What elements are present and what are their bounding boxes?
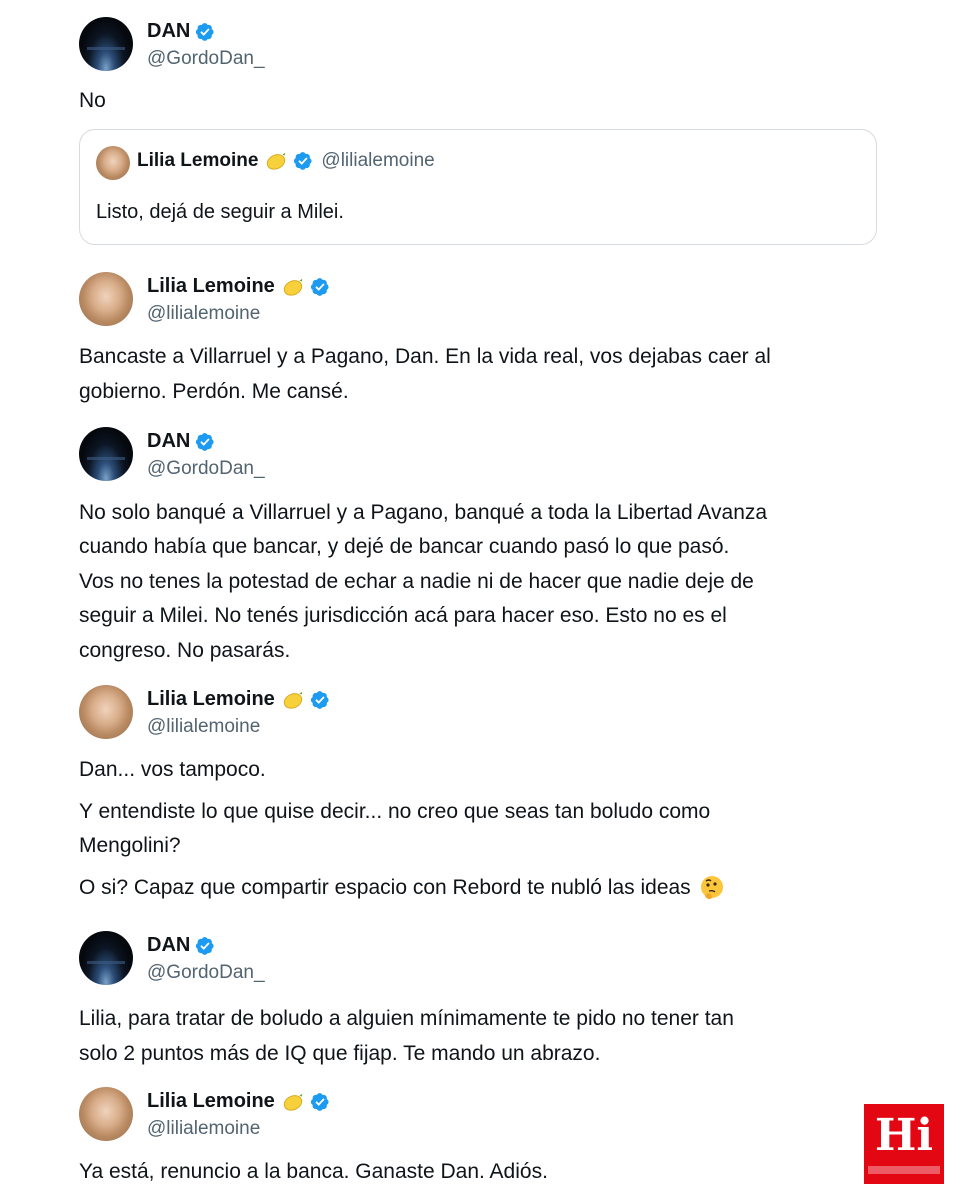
tweet-text-line: Y entendiste lo que quise decir... no cr…	[79, 800, 711, 823]
watermark-logo: Hi	[864, 1104, 944, 1184]
lemon-emoji-icon	[264, 151, 288, 171]
author-name-text[interactable]: Lilia Lemoine	[147, 275, 275, 298]
tweet-text-line: cuando había que bancar, y dejé de banca…	[79, 535, 730, 558]
tweet-text-line: No solo banqué a Villarruel y a Pagano, …	[79, 501, 768, 524]
dan-avatar[interactable]	[79, 427, 133, 481]
tweet-text-line: Lilia, para tratar de boludo a alguien m…	[79, 1007, 734, 1030]
verified-badge-icon	[195, 936, 215, 956]
watermark-logo-text: Hi	[874, 1110, 934, 1161]
author-name[interactable]: Lilia Lemoine	[147, 1090, 330, 1113]
verified-badge-icon	[293, 151, 313, 171]
author-name[interactable]: Lilia Lemoine	[147, 275, 330, 298]
lilia-avatar[interactable]	[79, 685, 133, 739]
author-handle[interactable]: @GordoDan_	[147, 48, 265, 70]
tweet-text-line-with-emoji: O si? Capaz que compartir espacio con Re…	[79, 871, 725, 906]
quoted-tweet-text: Listo, dejá de seguir a Milei.	[96, 201, 344, 223]
thinking-face-emoji-icon	[699, 875, 725, 901]
author-handle[interactable]: @lilialemoine	[147, 1118, 260, 1140]
author-name-text[interactable]: Lilia Lemoine	[147, 1090, 275, 1113]
lemon-emoji-icon	[281, 1092, 305, 1112]
dan-avatar[interactable]	[79, 17, 133, 71]
verified-badge-icon	[195, 22, 215, 42]
verified-badge-icon	[310, 690, 330, 710]
author-name-text[interactable]: DAN	[147, 934, 190, 957]
verified-badge-icon	[195, 432, 215, 452]
quoted-tweet-card[interactable]	[79, 129, 877, 245]
verified-badge-icon	[310, 277, 330, 297]
author-name[interactable]: Lilia Lemoine	[147, 688, 330, 711]
verified-badge-icon	[310, 1092, 330, 1112]
lemon-emoji-icon	[281, 690, 305, 710]
tweet-text-line: Mengolini?	[79, 834, 181, 857]
lilia-avatar-small	[96, 146, 130, 180]
tweet-text-line: gobierno. Perdón. Me cansé.	[79, 380, 349, 403]
lemon-emoji-icon	[281, 277, 305, 297]
tweet-text-line: solo 2 puntos más de IQ que fijap. Te ma…	[79, 1042, 601, 1065]
lilia-avatar[interactable]	[79, 1087, 133, 1141]
quoted-author-name: Lilia Lemoine @lilialemoine	[137, 150, 435, 172]
lilia-avatar[interactable]	[79, 272, 133, 326]
tweet-text-line: Bancaste a Villarruel y a Pagano, Dan. E…	[79, 345, 771, 368]
tweet-text-line: Ya está, renuncio a la banca. Ganaste Da…	[79, 1160, 548, 1183]
author-handle[interactable]: @GordoDan_	[147, 962, 265, 984]
tweet-text-line: seguir a Milei. No tenés jurisdicción ac…	[79, 604, 727, 627]
author-name-text[interactable]: Lilia Lemoine	[147, 688, 275, 711]
author-name-text[interactable]: DAN	[147, 430, 190, 453]
author-handle[interactable]: @lilialemoine	[147, 716, 260, 738]
tweet-text-line: Vos no tenes la potestad de echar a nadi…	[79, 570, 754, 593]
quoted-author-handle: @lilialemoine	[321, 150, 435, 171]
tweet-text-line: congreso. No pasarás.	[79, 639, 291, 662]
author-handle[interactable]: @GordoDan_	[147, 458, 265, 480]
author-name[interactable]: DAN	[147, 430, 215, 453]
tweet-text-line: Dan... vos tampoco.	[79, 758, 266, 781]
author-name[interactable]: DAN	[147, 20, 215, 43]
author-handle[interactable]: @lilialemoine	[147, 303, 260, 325]
author-name[interactable]: DAN	[147, 934, 215, 957]
author-name-text[interactable]: DAN	[147, 20, 190, 43]
tweet-text-span: O si? Capaz que compartir espacio con Re…	[79, 876, 691, 899]
tweet-text: No	[79, 89, 106, 112]
watermark-logo-subline	[868, 1166, 940, 1174]
quoted-author-name-text: Lilia Lemoine	[137, 150, 259, 171]
dan-avatar[interactable]	[79, 931, 133, 985]
